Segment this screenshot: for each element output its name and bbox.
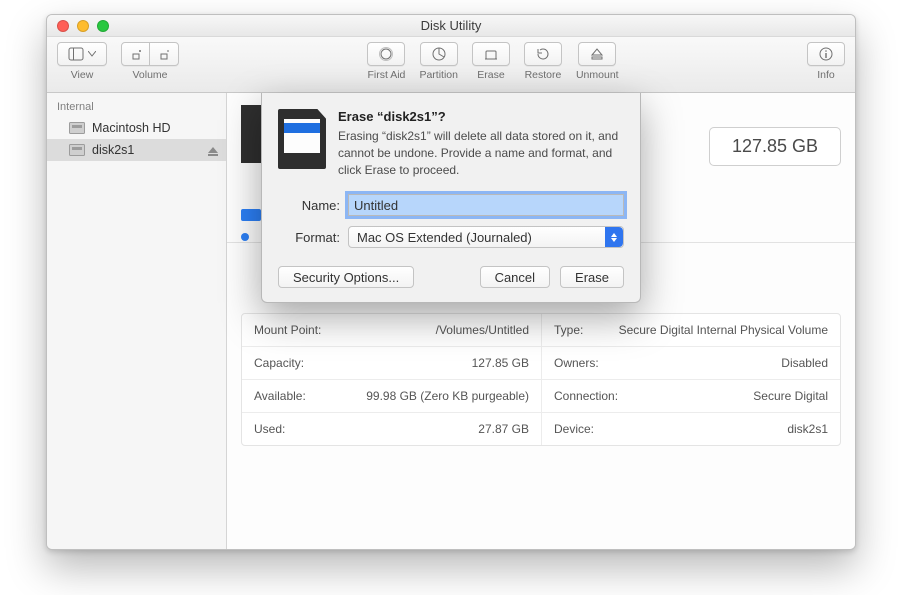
cancel-button[interactable]: Cancel: [480, 266, 550, 288]
security-options-button[interactable]: Security Options...: [278, 266, 414, 288]
erase-button[interactable]: Erase: [560, 266, 624, 288]
erase-sheet: Erase “disk2s1”? Erasing “disk2s1” will …: [261, 93, 641, 303]
modal-overlay: Erase “disk2s1”? Erasing “disk2s1” will …: [47, 15, 855, 549]
format-select[interactable]: Mac OS Extended (Journaled): [348, 226, 624, 248]
format-label: Format:: [278, 230, 348, 245]
format-select-value: Mac OS Extended (Journaled): [357, 230, 532, 245]
name-input[interactable]: [348, 194, 624, 216]
select-caret-icon: [605, 227, 623, 247]
sheet-title: Erase “disk2s1”?: [338, 109, 624, 124]
sheet-body: Erasing “disk2s1” will delete all data s…: [338, 128, 624, 178]
sd-card-icon: [278, 109, 326, 169]
disk-utility-window: Disk Utility View Volume Fir: [46, 14, 856, 550]
name-label: Name:: [278, 198, 348, 213]
